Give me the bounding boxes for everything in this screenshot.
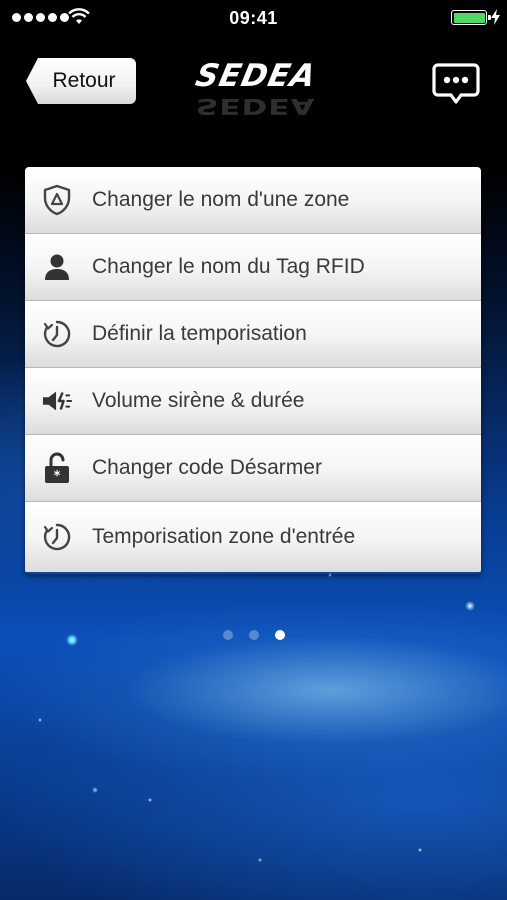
menu-item-label: Changer le nom du Tag RFID [92,255,365,278]
menu-item-rename-rfid-tag[interactable]: Changer le nom du Tag RFID [25,234,481,301]
page-dot-3-active[interactable] [274,630,285,640]
unlock-icon: * [42,452,72,484]
logo-text: SEDEA [192,58,320,94]
settings-menu: Changer le nom d'une zone Changer le nom… [25,167,481,574]
menu-item-label: Changer code Désarmer [92,456,322,479]
logo-reflection: SEDEA [192,93,320,119]
menu-item-rename-zone[interactable]: Changer le nom d'une zone [25,167,481,234]
page-dot-1[interactable] [222,630,233,640]
shield-icon [42,184,72,216]
charging-bolt-icon [491,9,500,25]
svg-text:*: * [54,469,61,484]
battery-level-fill [453,12,485,23]
app-screen: 09:41 Retour SEDEA SEDEA Changer le nom … [0,0,507,900]
menu-item-entry-zone-delay[interactable]: Temporisation zone d'entrée [25,502,481,572]
back-button-label: Retour [52,69,116,92]
chat-button[interactable] [432,62,480,106]
user-icon [42,252,72,282]
menu-item-label: Volume sirène & durée [92,389,305,412]
timer-icon [42,522,72,552]
menu-item-label: Changer le nom d'une zone [92,188,350,211]
sedea-logo: SEDEA SEDEA [188,58,324,119]
speaker-icon [42,386,72,416]
back-button[interactable]: Retour [26,58,136,104]
menu-item-label: Temporisation zone d'entrée [92,525,356,548]
page-dot-2[interactable] [248,630,259,640]
menu-item-set-delay[interactable]: Définir la temporisation [25,301,481,368]
menu-item-siren-volume[interactable]: Volume sirène & durée [25,368,481,435]
battery-icon [451,10,491,25]
timer-icon [42,319,72,349]
page-indicator [0,630,507,640]
status-time: 09:41 [229,8,278,28]
chat-bubble-icon [432,63,480,104]
status-bar: 09:41 [0,0,507,36]
menu-item-change-disarm-code[interactable]: * Changer code Désarmer [25,435,481,502]
menu-item-label: Définir la temporisation [92,322,307,345]
